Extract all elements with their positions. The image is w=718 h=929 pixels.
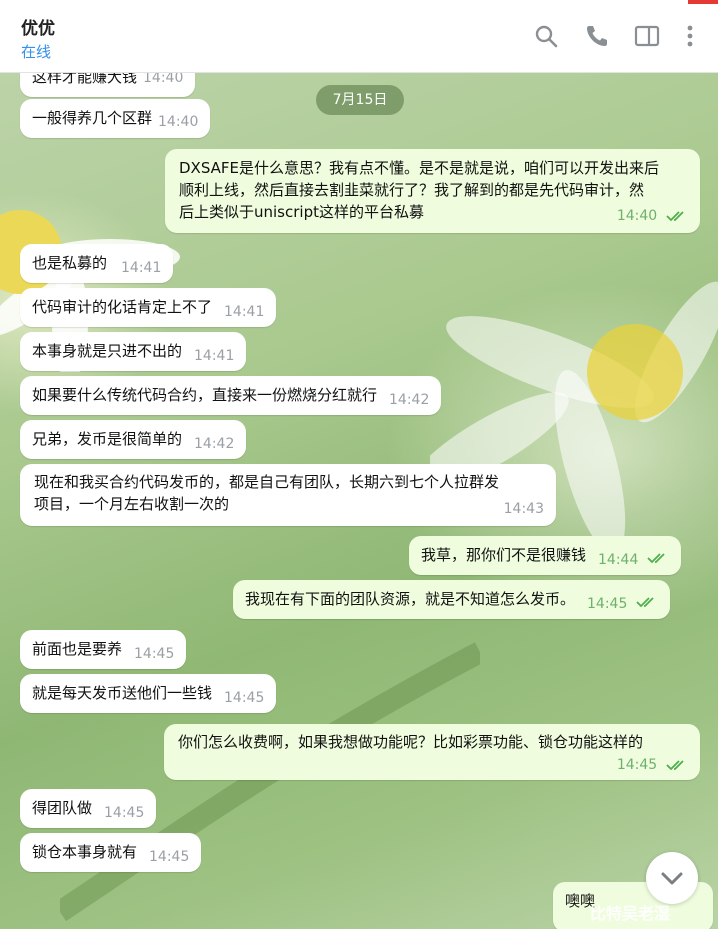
search-icon[interactable] [532,22,560,50]
message-text-line: 项目，一个月左右收割一次的 [34,495,230,513]
message-time: 14:45 [616,757,658,773]
message-text: 一般得养几个区群 [32,109,153,127]
incoming-message[interactable]: 兄弟，发币是很简单的 14:42 [20,420,247,459]
contact-name[interactable]: 优优 [21,14,55,39]
incoming-message[interactable]: 就是每天发币送他们一些钱 14:45 [20,674,277,713]
message-time: 14:43 [503,501,544,517]
outgoing-message[interactable]: DXSAFE是什么意思？我有点不懂。是不是就是说，咱们可以开发出来后 顺利上线，… [165,149,700,233]
message-time: 14:45 [224,690,265,706]
scroll-to-bottom-button[interactable] [646,852,698,904]
watermark: 比特吴老湿 [590,904,671,923]
message-text-line: 顺利上线，然后直接去割韭菜就行了？我了解到的都是先代码审计，然 [179,181,645,199]
message-time: 14:41 [224,304,265,320]
message-text: 本事身就是只进不出的 [32,342,183,360]
phone-icon[interactable] [583,22,611,50]
double-check-icon [666,210,684,221]
outgoing-message[interactable]: 我现在有下面的团队资源，就是不知道怎么发币。 14:45 [233,580,671,619]
chat-area[interactable]: 7月15日 这样才能赚大钱 14:40 一般得养几个区群 14:40 DXSAFE是… [0,72,718,929]
incoming-message[interactable]: 现在和我买合约代码发币的，都是自己有团队，长期六到七个人拉群发 项目，一个月左右… [20,464,556,526]
incoming-message[interactable]: 这样才能赚大钱 14:40 [20,72,196,97]
message-text-line: DXSAFE是什么意思？我有点不懂。是不是就是说，咱们可以开发出来后 [179,159,659,177]
message-text: 代码审计的化话肯定上不了 [32,298,213,316]
sidebar-toggle-icon[interactable] [633,22,661,50]
message-text: 我草，那你们不是很赚钱 [421,546,587,564]
message-time: 14:45 [104,805,145,821]
chevron-down-icon [661,872,683,885]
chat-header: 优优 在线 [0,0,718,73]
message-text: 这样才能赚大钱 [32,72,138,86]
contact-status: 在线 [21,43,52,61]
message-time: 14:40 [158,114,199,130]
message-text: 前面也是要养 [32,640,123,658]
incoming-message[interactable]: 一般得养几个区群 14:40 [20,99,211,138]
window-accent-bar [688,0,718,4]
message-text-line: 现在和我买合约代码发币的，都是自己有团队，长期六到七个人拉群发 [34,473,500,491]
message-time: 14:45 [587,596,628,612]
message-time: 14:41 [121,260,162,276]
incoming-message[interactable]: 也是私募的 14:41 [20,244,174,283]
message-time: 14:40 [143,72,184,86]
message-time: 14:41 [194,348,235,364]
double-check-icon [636,596,654,607]
incoming-message[interactable]: 代码审计的化话肯定上不了 14:41 [20,288,277,327]
incoming-message[interactable]: 本事身就是只进不出的 14:41 [20,332,247,371]
double-check-icon [666,759,684,770]
incoming-message[interactable]: 锁仓本事身就有 14:45 [20,833,202,872]
message-text: 也是私募的 [32,254,108,272]
message-time: 14:44 [598,552,639,568]
message-text: 如果要什么传统代码合约，直接来一份燃烧分红就行 [32,386,378,404]
message-time: 14:45 [134,646,175,662]
message-time: 14:42 [194,436,235,452]
incoming-message[interactable]: 得团队做 14:45 [20,789,157,828]
message-text: 我现在有下面的团队资源，就是不知道怎么发币。 [245,590,576,608]
more-options-icon[interactable] [676,22,704,50]
message-time: 14:40 [616,208,658,224]
date-chip: 7月15日 [316,85,404,115]
double-check-icon [647,552,665,563]
message-text: 你们怎么收费啊，如果我想做功能呢？比如彩票功能、锁仓功能这样的 [178,733,644,751]
message-text: 就是每天发币送他们一些钱 [32,684,213,702]
message-text: 得团队做 [32,799,93,817]
incoming-message[interactable]: 如果要什么传统代码合约，直接来一份燃烧分红就行 14:42 [20,376,442,415]
message-time: 14:45 [149,849,190,865]
incoming-message[interactable]: 前面也是要养 14:45 [20,630,187,669]
message-text: 锁仓本事身就有 [32,843,138,861]
message-time: 14:42 [389,392,430,408]
message-text: 兄弟，发币是很简单的 [32,430,183,448]
outgoing-message[interactable]: 你们怎么收费啊，如果我想做功能呢？比如彩票功能、锁仓功能这样的 14:45 [164,724,700,780]
outgoing-message[interactable]: 我草，那你们不是很赚钱 14:44 [409,536,682,575]
